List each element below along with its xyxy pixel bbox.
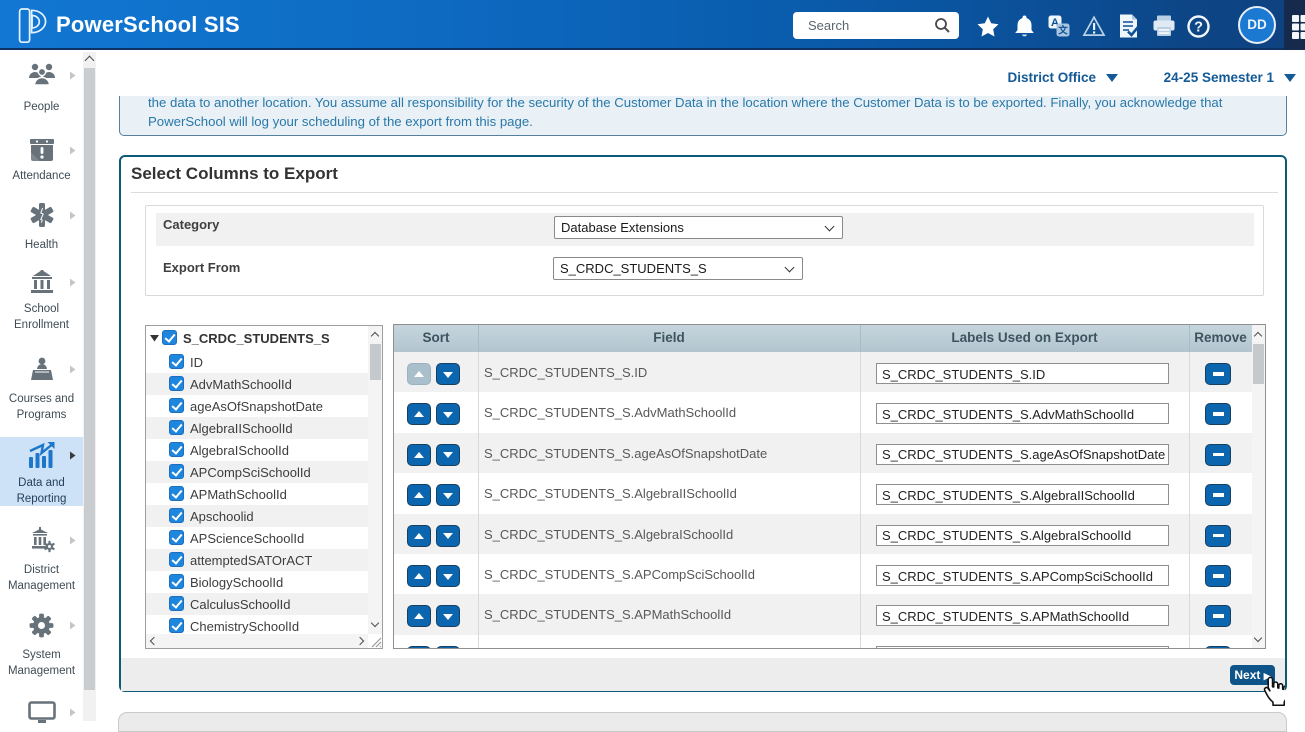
svg-text:?: ? bbox=[1194, 20, 1203, 36]
svg-text:文: 文 bbox=[1057, 25, 1068, 37]
